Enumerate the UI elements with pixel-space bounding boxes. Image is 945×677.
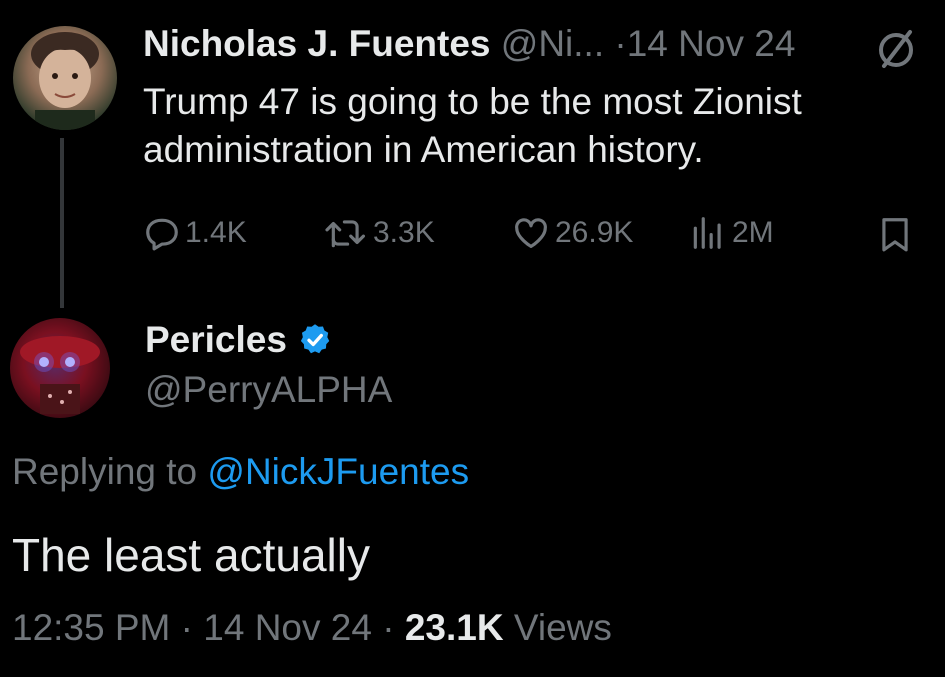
- parent-display-name[interactable]: Nicholas J. Fuentes: [143, 23, 491, 64]
- parent-handle[interactable]: @Ni...: [501, 23, 604, 64]
- meta-separator: ·: [180, 607, 193, 648]
- heart-icon: [515, 218, 547, 249]
- reply-avatar[interactable]: [10, 318, 110, 418]
- reply-count: 1.4K: [185, 216, 247, 249]
- avatar-image: [31, 32, 99, 130]
- slash-circle-icon[interactable]: [872, 26, 920, 79]
- parent-header: Nicholas J. Fuentes @Ni... ·14 Nov 24: [143, 22, 795, 66]
- reply-views-count[interactable]: 23.1K: [405, 607, 504, 648]
- reply-display-name-row: Pericles: [145, 318, 333, 362]
- bookmark-button[interactable]: [876, 214, 914, 254]
- parent-avatar[interactable]: [13, 26, 117, 130]
- reply-icon: [146, 218, 178, 251]
- verified-badge-icon: [300, 324, 330, 354]
- meta-separator: ·: [382, 607, 395, 648]
- thread-line: [60, 138, 64, 308]
- reply-tweet-text: The least actually: [12, 529, 370, 581]
- reply-time[interactable]: 12:35 PM: [12, 607, 170, 648]
- reply-meta: 12:35 PM · 14 Nov 24 · 23.1K Views: [12, 606, 612, 650]
- like-button[interactable]: 26.9K: [511, 214, 633, 252]
- replying-to: Replying to @NickJFuentes: [12, 450, 469, 494]
- parent-tweet-text: Trump 47 is going to be the most Zionist…: [143, 81, 802, 170]
- avatar-image: [20, 336, 100, 414]
- bookmark-icon: [882, 218, 908, 252]
- views-button[interactable]: 2M: [688, 214, 774, 252]
- reply-date[interactable]: 14 Nov 24: [203, 607, 372, 648]
- reply-button[interactable]: 1.4K: [143, 214, 247, 252]
- repost-count: 3.3K: [373, 216, 435, 249]
- like-count: 26.9K: [555, 216, 634, 249]
- parent-separator: ·: [614, 23, 627, 64]
- parent-action-bar: 1.4K 3.3K 26.9K 2M: [143, 214, 913, 254]
- repost-button[interactable]: 3.3K: [323, 214, 435, 252]
- reply-views-label: Views: [513, 607, 612, 648]
- reply-display-name[interactable]: Pericles: [145, 318, 287, 362]
- views-count: 2M: [732, 216, 774, 249]
- replying-to-link[interactable]: @NickJFuentes: [207, 451, 469, 492]
- bar-chart-icon: [693, 217, 721, 249]
- parent-date[interactable]: 14 Nov 24: [627, 23, 796, 64]
- replying-to-prefix: Replying to: [12, 451, 198, 492]
- repost-icon: [325, 220, 365, 248]
- reply-handle[interactable]: @PerryALPHA: [145, 368, 392, 412]
